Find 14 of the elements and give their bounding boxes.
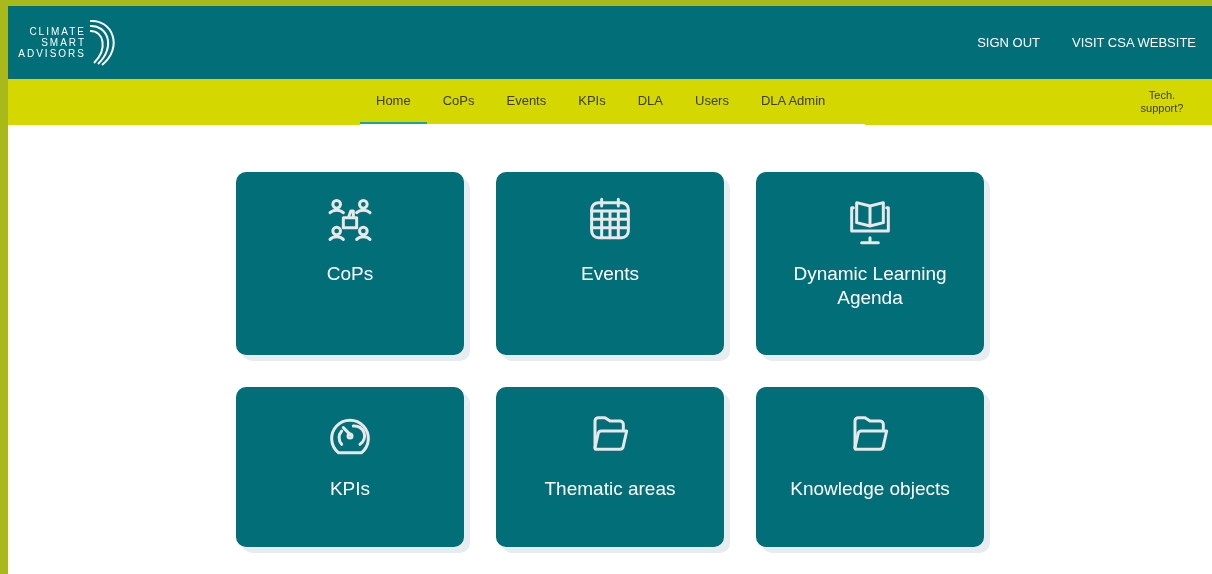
nav-tab[interactable]: Home xyxy=(360,79,427,124)
tech-support-link[interactable]: Tech. support? xyxy=(1132,89,1192,115)
nav-tab[interactable]: DLA xyxy=(621,79,679,124)
nav-tab[interactable]: DLA Admin xyxy=(744,79,842,124)
logo-text: SMART xyxy=(41,37,86,48)
nav-tab[interactable]: CoPs xyxy=(426,79,491,124)
header-link[interactable]: SIGN OUT xyxy=(977,32,1040,53)
nav-tab[interactable]: KPIs xyxy=(562,79,622,124)
header-link[interactable]: VISIT CSA WEBSITE xyxy=(1072,32,1196,53)
nav-tab[interactable]: Events xyxy=(490,79,563,124)
nav-tab[interactable]: Users xyxy=(679,79,745,124)
logo[interactable]: CLIMATE SMART ADVISORS xyxy=(8,14,126,71)
logo-text: CLIMATE xyxy=(29,26,86,37)
logo-text: ADVISORS xyxy=(18,48,86,59)
